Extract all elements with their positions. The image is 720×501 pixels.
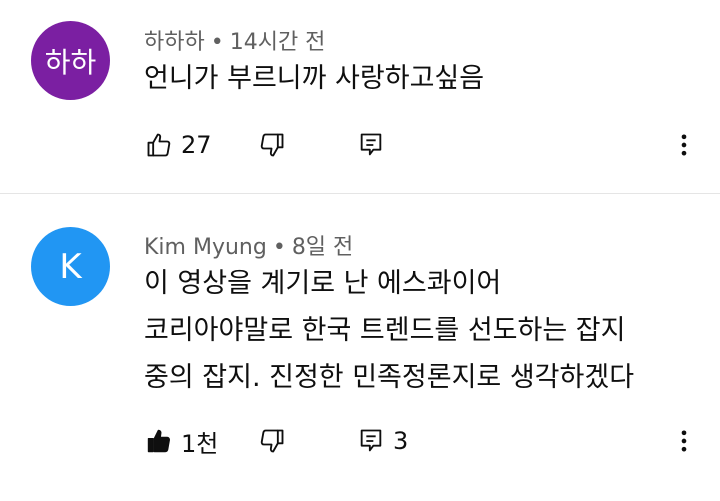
- dislike-button[interactable]: [258, 125, 286, 165]
- comment-author[interactable]: Kim Myung: [144, 235, 267, 260]
- reply-count: 3: [393, 427, 409, 455]
- reply-button[interactable]: 3: [357, 421, 408, 461]
- thumbs-up-outline-icon: [147, 133, 171, 157]
- comment-actions: 27: [0, 125, 720, 165]
- comment-text: 이 영상을 계기로 난 에스콰이어 코리아야말로 한국 트렌드를 선도하는 잡지…: [144, 260, 634, 401]
- thumbs-down-outline-icon: [260, 133, 284, 157]
- like-count: 1천: [181, 429, 219, 458]
- comment-time[interactable]: 14시간 전: [230, 30, 326, 55]
- thumbs-down-outline-icon: [260, 429, 284, 453]
- more-vertical-icon: [681, 134, 687, 156]
- dislike-button[interactable]: [258, 421, 286, 461]
- comment-meta: Kim Myung • 8일 전: [144, 229, 353, 261]
- avatar[interactable]: 하하: [31, 21, 110, 100]
- comment-line: 이 영상을 계기로 난 에스콰이어: [144, 268, 502, 299]
- comment-reply-icon: [360, 429, 382, 452]
- comment-line: 중의 잡지. 진정한 민족정론지로 생각하겠다: [144, 362, 635, 393]
- reply-button[interactable]: [357, 125, 385, 165]
- comment-meta: 하하하 • 14시간 전: [144, 24, 325, 56]
- like-button[interactable]: 1천: [145, 421, 218, 461]
- comment-list: 하하 하하하 • 14시간 전 언니가 부르니까 사랑하고싶음 27 K Kim…: [0, 0, 720, 501]
- avatar-text: K: [59, 246, 82, 287]
- like-button[interactable]: 27: [145, 125, 212, 165]
- like-count: 27: [181, 131, 212, 159]
- thumbs-up-filled-icon: [147, 429, 170, 453]
- comment-actions: 1천 3: [0, 421, 720, 461]
- comment-author[interactable]: 하하하: [144, 30, 205, 55]
- comment-text: 언니가 부르니까 사랑하고싶음: [144, 55, 484, 102]
- comment-line: 코리아야말로 한국 트렌드를 선도하는 잡지: [144, 315, 626, 346]
- comment-divider: [0, 193, 720, 194]
- more-vertical-icon: [681, 430, 687, 452]
- avatar[interactable]: K: [31, 227, 110, 306]
- meta-separator: •: [210, 30, 224, 55]
- meta-separator: •: [272, 235, 286, 260]
- more-options-button[interactable]: [670, 421, 698, 461]
- more-options-button[interactable]: [670, 125, 698, 165]
- avatar-text: 하하: [44, 45, 97, 79]
- comment-time[interactable]: 8일 전: [292, 235, 353, 260]
- comment-line: 언니가 부르니까 사랑하고싶음: [144, 63, 485, 94]
- comment-reply-icon: [360, 133, 382, 156]
